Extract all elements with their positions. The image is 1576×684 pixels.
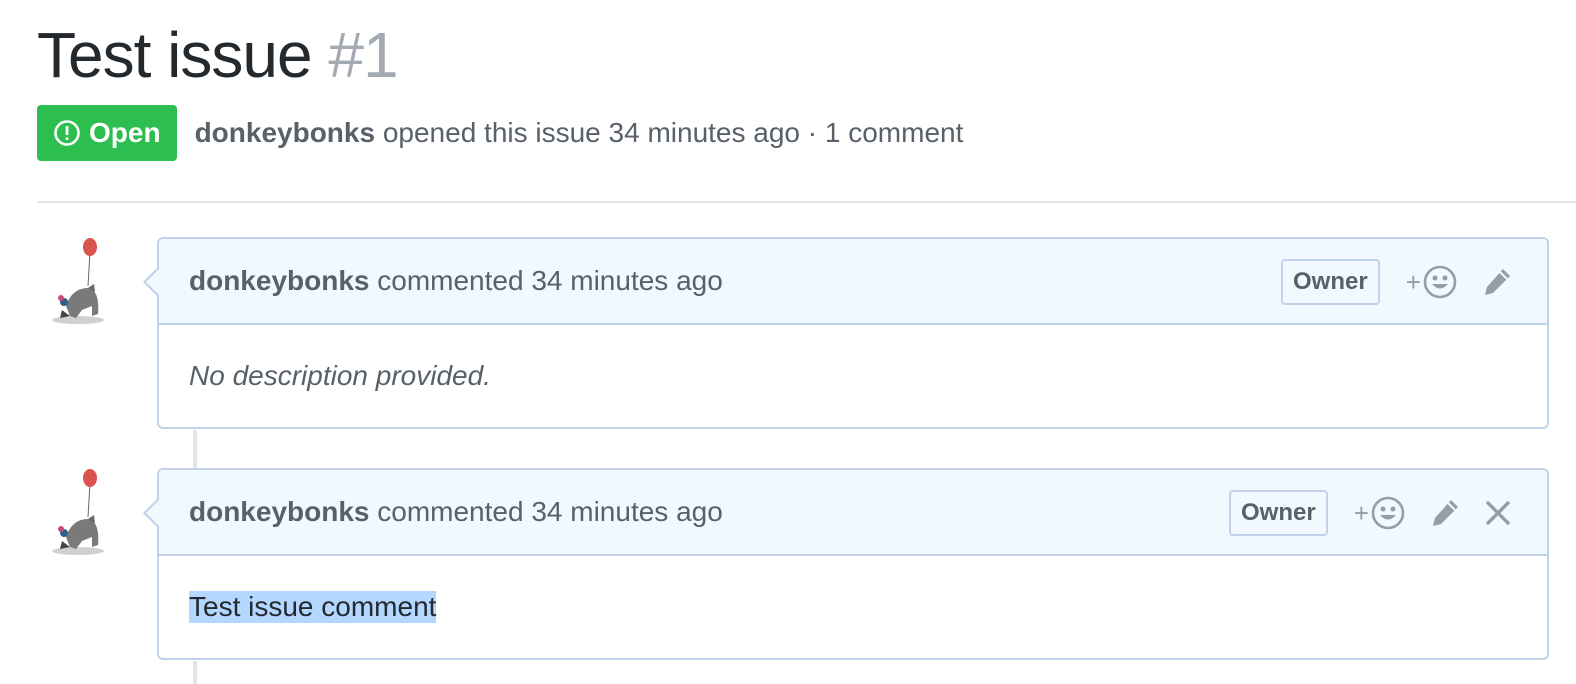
issue-number: #1 — [328, 19, 398, 91]
comment-body-text: No description provided. — [189, 360, 491, 391]
timeline-connector — [193, 661, 197, 684]
state-label: Open — [89, 117, 161, 148]
comment-body: No description provided. — [159, 325, 1547, 427]
edit-comment-button[interactable] — [1481, 266, 1513, 298]
delete-comment-button[interactable] — [1485, 500, 1511, 526]
pencil-icon — [1484, 269, 1510, 295]
avatar[interactable] — [48, 236, 108, 326]
issue-state-row: Open donkeybonks opened this issue 34 mi… — [37, 105, 963, 161]
comment-header-text: donkeybonks commented 34 minutes ago — [189, 496, 723, 528]
avatar[interactable] — [48, 467, 108, 557]
comment-header: donkeybonks commented 34 minutes ago Own… — [143, 470, 1547, 556]
comment-body: Test issue comment — [159, 556, 1547, 658]
issue-title: Test issue #1 — [37, 18, 399, 92]
edit-comment-button[interactable] — [1429, 497, 1461, 529]
timeline-connector — [193, 430, 197, 468]
issue-meta: donkeybonks opened this issue 34 minutes… — [195, 117, 964, 149]
issue-opened-icon — [54, 120, 80, 146]
state-badge: Open — [37, 105, 177, 161]
comment-actions: Owner + — [1281, 239, 1513, 325]
issue-page: Test issue #1 Open donkeybonks opened th… — [0, 0, 1576, 684]
timeline-comment: donkeybonks commented 34 minutes ago Own… — [143, 468, 1549, 660]
comment-header: donkeybonks commented 34 minutes ago Own… — [143, 239, 1547, 325]
issue-title-text: Test issue — [37, 19, 313, 91]
comment-author-link[interactable]: donkeybonks — [189, 496, 369, 527]
close-icon — [1486, 501, 1510, 525]
comment-author-link[interactable]: donkeybonks — [189, 265, 369, 296]
issue-meta-text: opened this issue 34 minutes ago · 1 com… — [382, 117, 964, 148]
comment-timestamp[interactable]: commented 34 minutes ago — [377, 265, 723, 296]
smiley-icon — [1371, 496, 1405, 530]
owner-badge: Owner — [1281, 259, 1380, 305]
comment-timestamp[interactable]: commented 34 minutes ago — [377, 496, 723, 527]
timeline-comment: donkeybonks commented 34 minutes ago Own… — [143, 237, 1549, 429]
comment-body-text: Test issue comment — [189, 591, 437, 623]
pencil-icon — [1432, 500, 1458, 526]
comment-actions: Owner + — [1229, 470, 1511, 556]
plus-icon: + — [1353, 497, 1369, 528]
plus-icon: + — [1405, 266, 1421, 297]
add-reaction-button[interactable]: + — [1354, 496, 1405, 530]
smiley-icon — [1423, 265, 1457, 299]
header-divider — [37, 201, 1576, 203]
add-reaction-button[interactable]: + — [1406, 265, 1457, 299]
owner-badge: Owner — [1229, 490, 1328, 536]
comment-header-text: donkeybonks commented 34 minutes ago — [189, 265, 723, 297]
issue-author-link[interactable]: donkeybonks — [195, 117, 375, 148]
